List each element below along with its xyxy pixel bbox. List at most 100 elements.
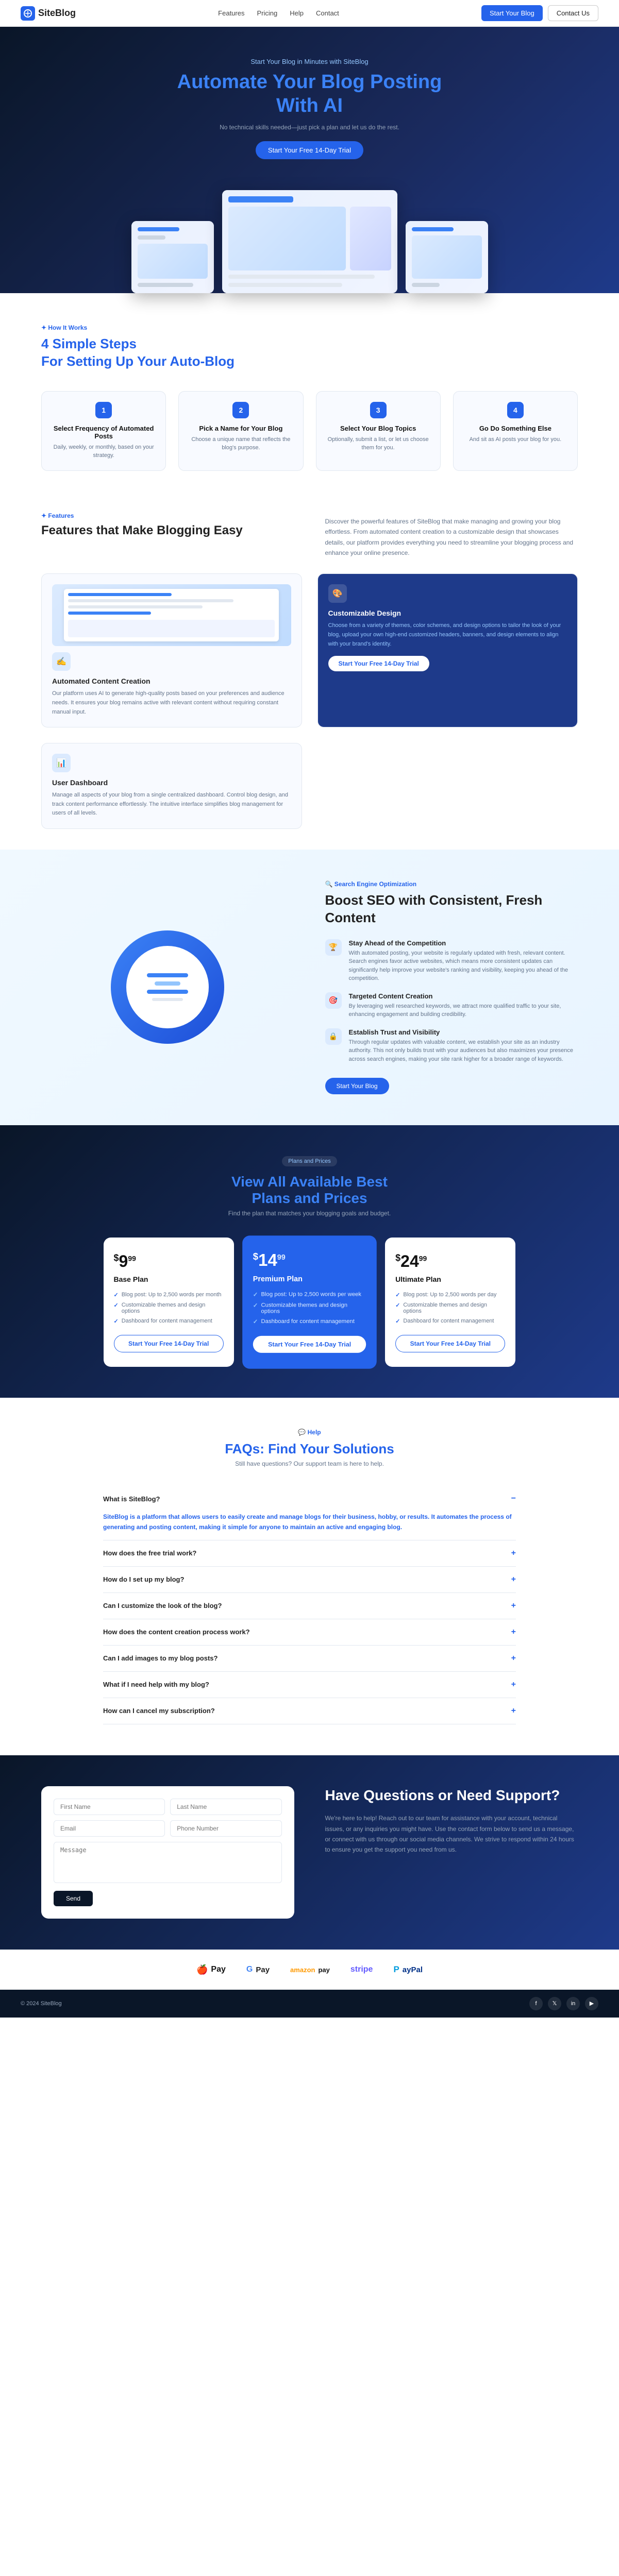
features-header: Features Features that Make Blogging Eas… [41,512,578,558]
seo-cta-button[interactable]: Start Your Blog [325,1078,389,1094]
payment-section: 🍎 Pay G Pay amazon pay stripe P ayPal [0,1950,619,1990]
faq-question-8-text: How can I cancel my subscription? [103,1707,215,1715]
paypal-p1: P [393,1964,399,1975]
social-facebook[interactable]: f [529,1997,543,2010]
seo-bar-1 [147,973,188,977]
faq-chevron-8: + [511,1706,516,1716]
feature-dashboard-icon: 📊 [52,754,71,772]
hero-heading: Automate Your Blog Posting With AI [21,71,598,117]
faq-chevron-1: − [511,1494,516,1503]
plans-title-line2: Plans and Prices [252,1190,367,1206]
faq-chevron-7: + [511,1680,516,1689]
paypal-text: ayPal [403,1965,423,1974]
faq-chevron-6: + [511,1654,516,1663]
plan-base-feature-2: Customizable themes and design options [114,1302,224,1314]
plans-heading: View All Available Best Plans and Prices [41,1174,578,1207]
plans-grid: $999 Base Plan Blog post: Up to 2,500 wo… [104,1238,516,1367]
seo-point-2: 🎯 Targeted Content Creation By leveragin… [325,992,578,1019]
social-linkedin[interactable]: in [566,1997,580,2010]
faq-item-8: How can I cancel my subscription? + [103,1698,516,1724]
social-twitter[interactable]: 𝕏 [548,1997,561,2010]
feature-automated: ✍️ Automated Content Creation Our platfo… [41,573,302,727]
nav-pricing[interactable]: Pricing [257,9,277,17]
faq-question-6[interactable]: Can I add images to my blog posts? + [103,1646,516,1671]
features-left: Features Features that Make Blogging Eas… [41,512,294,558]
nav-help[interactable]: Help [290,9,304,17]
step-2-num: 2 [232,402,249,418]
footer-social: f 𝕏 in ▶ [529,1997,598,2010]
contact-desc: We're here to help! Reach out to our tea… [325,1813,578,1855]
plan-premium-feature-3: Dashboard for content management [253,1318,366,1325]
plans-title-line1: View All Available Best [231,1174,388,1190]
apple-pay-logo: 🍎 Pay [196,1964,226,1975]
features-title: Features that Make Blogging Easy [41,523,294,538]
faq-item-2: How does the free trial work? + [103,1540,516,1567]
faq-question-4[interactable]: Can I customize the look of the blog? + [103,1593,516,1619]
feature-design-cta[interactable]: Start Your Free 14-Day Trial [328,656,429,671]
stripe-text: stripe [350,1965,373,1974]
plan-premium-price: $1499 [253,1250,366,1270]
amazon-pay-logo: amazon pay [290,1966,330,1974]
seo-tag: Search Engine Optimization [325,880,578,888]
faq-heading: FAQs: Find Your Solutions [103,1441,516,1457]
plan-base-feature-1: Blog post: Up to 2,500 words per month [114,1292,224,1298]
faq-item-7: What if I need help with my blog? + [103,1672,516,1698]
contact-last-name[interactable] [170,1799,281,1815]
faq-question-7[interactable]: What if I need help with my blog? + [103,1672,516,1698]
stripe-logo: stripe [350,1965,373,1974]
nav-features[interactable]: Features [218,9,244,17]
plan-ultimate-cta[interactable]: Start Your Free 14-Day Trial [395,1335,505,1352]
screenshot-left [131,221,214,293]
plans-section: Plans and Prices View All Available Best… [0,1125,619,1398]
contact-email[interactable] [54,1820,165,1837]
plan-premium-features: Blog post: Up to 2,500 words per week Cu… [253,1291,366,1325]
features-section: Features Features that Make Blogging Eas… [0,492,619,850]
faq-question-2-text: How does the free trial work? [103,1549,196,1557]
faq-item-3: How do I set up my blog? + [103,1567,516,1593]
social-youtube[interactable]: ▶ [585,1997,598,2010]
seo-point-3: 🔒 Establish Trust and Visibility Through… [325,1028,578,1064]
hero-h1-line1: Automate Your Blog Posting [21,71,598,94]
faq-subtitle: Still have questions? Our support team i… [103,1460,516,1467]
contact-send-button[interactable]: Send [54,1891,93,1906]
plan-premium-cta[interactable]: Start Your Free 14-Day Trial [253,1336,366,1353]
feature-dashboard: 📊 User Dashboard Manage all aspects of y… [41,743,302,829]
faq-question-2[interactable]: How does the free trial work? + [103,1540,516,1566]
step-1-num: 1 [95,402,112,418]
faq-answer-1-text: SiteBlog is a platform that allows users… [103,1513,512,1531]
plan-base: $999 Base Plan Blog post: Up to 2,500 wo… [104,1238,234,1367]
amazon-pay-text: amazon [290,1966,315,1974]
plan-ultimate-price: $2499 [395,1252,505,1271]
faq-question-1[interactable]: What is SiteBlog? − [103,1486,516,1512]
step-1: 1 Select Frequency of Automated Posts Da… [41,391,166,471]
contact-us-button[interactable]: Contact Us [548,5,598,21]
seo-point-1-desc: With automated posting, your website is … [349,949,578,983]
plan-base-cta[interactable]: Start Your Free 14-Day Trial [114,1335,224,1352]
seo-icon-3: 🔒 [325,1028,342,1045]
seo-icon-1: 🏆 [325,939,342,956]
faq-question-3-text: How do I set up my blog? [103,1575,184,1583]
faq-question-5[interactable]: How does the content creation process wo… [103,1619,516,1645]
contact-name-row [54,1799,282,1815]
seo-content: Search Engine Optimization Boost SEO wit… [325,880,578,1094]
nav-contact[interactable]: Contact [316,9,339,17]
plan-ultimate-feature-2: Customizable themes and design options [395,1302,505,1314]
faq-item-5: How does the content creation process wo… [103,1619,516,1646]
contact-phone[interactable] [170,1820,281,1837]
faq-question-5-text: How does the content creation process wo… [103,1628,250,1636]
faq-chevron-2: + [511,1549,516,1558]
faq-question-8[interactable]: How can I cancel my subscription? + [103,1698,516,1724]
contact-first-name[interactable] [54,1799,165,1815]
faq-question-7-text: What if I need help with my blog? [103,1681,209,1688]
faq-question-3[interactable]: How do I set up my blog? + [103,1567,516,1592]
plan-ultimate: $2499 Ultimate Plan Blog post: Up to 2,5… [385,1238,515,1367]
seo-point-1-title: Stay Ahead of the Competition [349,939,578,947]
faq-chevron-5: + [511,1628,516,1637]
hero-cta-button[interactable]: Start Your Free 14-Day Trial [256,141,363,159]
start-blog-button[interactable]: Start Your Blog [481,5,543,21]
plan-premium-name: Premium Plan [253,1274,366,1282]
contact-message[interactable] [54,1842,282,1883]
faq-question-1-text: What is SiteBlog? [103,1495,160,1503]
plan-base-feature-3: Dashboard for content management [114,1318,224,1325]
seo-bar-2 [155,981,180,986]
